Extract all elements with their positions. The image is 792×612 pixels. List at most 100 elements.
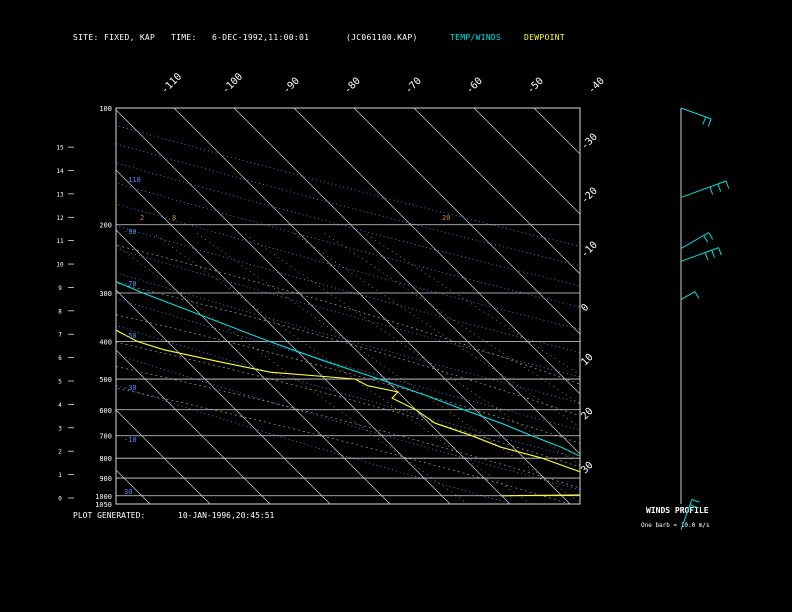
mixing-ratio-label: 8: [172, 214, 176, 222]
dry-adiabat: [116, 125, 580, 247]
wind-barb-flag: [704, 252, 709, 261]
moist-adiabat: [116, 387, 571, 504]
isotherm-label-right: -20: [579, 186, 600, 207]
wind-barb-flag: [707, 118, 712, 127]
isotherm-label-top: -110: [159, 71, 184, 96]
pressure-tick-label: 700: [99, 433, 112, 441]
pressure-tick-label: 800: [99, 455, 112, 463]
isotherm: [293, 108, 580, 395]
wind-barb-flag: [694, 291, 700, 299]
wind-barb-flag: [711, 249, 716, 258]
moist-adiabat: [116, 282, 580, 417]
isotherm: [116, 289, 331, 504]
isotherm-label-right: -10: [579, 240, 600, 261]
isotherm-label-right: 20: [579, 406, 595, 422]
isotherm: [533, 108, 580, 155]
mixing-ratio-line: [364, 232, 580, 376]
pressure-tick-label: 400: [99, 338, 112, 346]
height-tick-label: 3: [58, 425, 62, 432]
dry-adiabat-label: -50: [124, 332, 137, 340]
pressure-tick-label: 500: [99, 376, 112, 384]
pressure-tick-label: 100: [99, 105, 112, 113]
isotherm: [413, 108, 580, 275]
height-tick-label: 1: [58, 472, 62, 479]
wind-barb-flag: [708, 232, 714, 240]
wind-barb-flag: [717, 183, 722, 192]
height-tick-label: 8: [58, 308, 62, 315]
wind-barb: [680, 291, 696, 301]
dry-adiabat: [116, 143, 580, 267]
dry-adiabat-label: -30: [124, 384, 137, 392]
dry-adiabat: [116, 384, 513, 504]
mixing-ratio-line: [116, 244, 469, 504]
height-tick-label: 15: [56, 145, 64, 152]
wind-barb: [680, 107, 712, 120]
isotherm-label-top: -80: [342, 76, 363, 97]
dry-adiabat-label: 30: [124, 488, 132, 496]
wind-barb-flag: [703, 235, 709, 243]
pressure-tick-label: 1050: [95, 501, 112, 509]
height-tick-label: 6: [58, 355, 62, 362]
dry-adiabat: [116, 225, 580, 353]
wind-barb: [680, 180, 727, 198]
isotherm-label-top: -70: [403, 76, 424, 97]
wind-barb-flag: [718, 247, 722, 256]
height-tick-label: 2: [58, 449, 62, 456]
dry-adiabat: [116, 325, 580, 460]
height-tick-label: 14: [56, 168, 64, 175]
height-tick-label: 9: [58, 285, 62, 292]
isotherm-label-top: -100: [220, 71, 245, 96]
pressure-tick-label: 200: [99, 222, 112, 230]
dry-adiabat: [116, 203, 580, 330]
dry-adiabat: [116, 298, 580, 431]
height-tick-label: 7: [58, 332, 62, 339]
dry-adiabat-label: -70: [124, 280, 137, 288]
dry-adiabat: [116, 182, 580, 308]
pressure-tick-label: 300: [99, 290, 112, 298]
height-tick-label: 5: [58, 379, 62, 386]
wind-barb-flag: [702, 116, 707, 125]
isotherm-label-top: -60: [464, 76, 485, 97]
isotherm: [0, 108, 90, 504]
wind-barb-flag: [725, 180, 730, 189]
pressure-tick-label: 900: [99, 475, 112, 483]
wind-barb-flag: [691, 499, 700, 503]
moist-adiabat: [116, 314, 580, 444]
height-tick-label: 10: [56, 262, 64, 269]
dry-adiabat: [116, 354, 580, 491]
wind-barb: [680, 499, 693, 530]
dry-adiabat-label: -90: [124, 228, 137, 236]
isotherm-label-top: -40: [586, 76, 607, 97]
isotherm-label-right: -30: [579, 132, 600, 153]
isotherm: [116, 169, 451, 504]
wind-barb: [680, 232, 709, 249]
isotherm-label-top: -90: [281, 76, 302, 97]
mixing-ratio-line: [243, 232, 580, 466]
mixing-ratio-line: [152, 232, 531, 504]
moist-adiabat: [116, 244, 580, 385]
dry-adiabat-label: -10: [124, 436, 137, 444]
isotherm: [116, 349, 271, 504]
pressure-tick-label: 1000: [95, 493, 112, 501]
isotherm: [473, 108, 580, 215]
isotherm: [116, 109, 511, 504]
skew-t-chart: 1002003004005006007008009001000105001234…: [0, 71, 792, 530]
height-tick-label: 11: [56, 238, 64, 245]
isotherm: [173, 108, 571, 504]
mixing-ratio-label: 2: [140, 214, 144, 222]
mixing-ratio-label: 20: [442, 214, 450, 222]
isotherm-label-right: 30: [579, 460, 595, 476]
isotherm-label-right: 10: [579, 352, 595, 368]
dry-adiabat: [116, 272, 580, 404]
pressure-tick-label: 600: [99, 407, 112, 415]
isotherm-label-top: -50: [525, 76, 546, 97]
isotherm-label-right: 0: [579, 302, 591, 314]
wind-barb-flag: [689, 504, 698, 509]
isotherm: [116, 469, 151, 504]
isotherm: [0, 108, 30, 504]
isotherm: [594, 108, 792, 504]
dry-adiabat-label: -110: [124, 176, 141, 184]
wind-barb-flag: [709, 186, 714, 195]
height-tick-label: 13: [56, 191, 64, 198]
moist-adiabat: [116, 366, 580, 489]
